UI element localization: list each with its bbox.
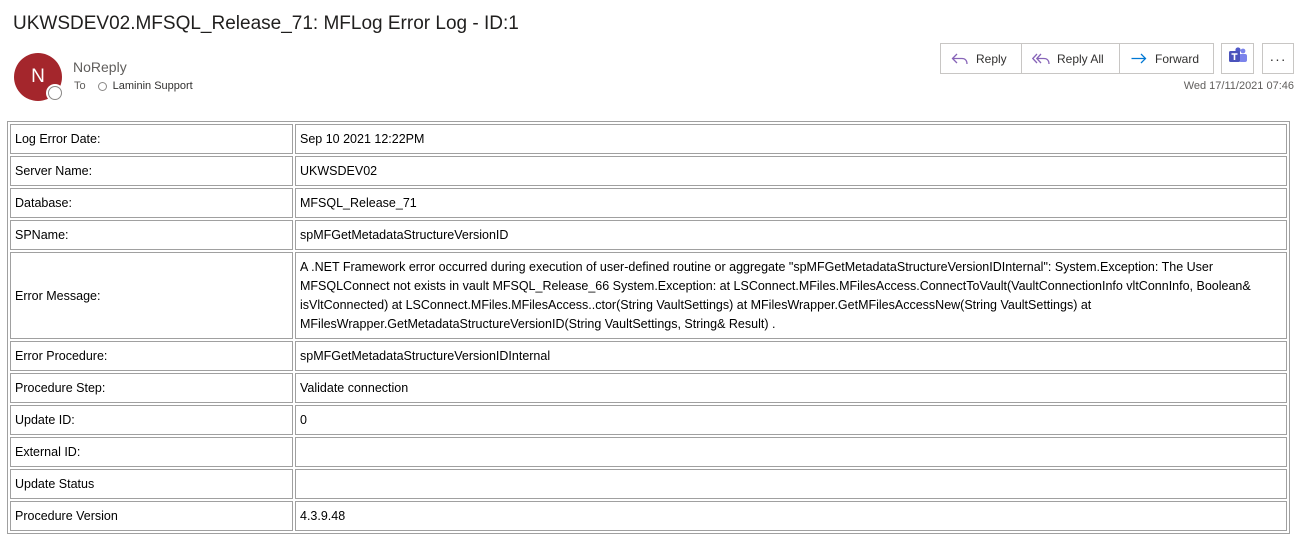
row-label: Log Error Date:	[10, 124, 293, 154]
table-row: Log Error Date: Sep 10 2021 12:22PM	[10, 124, 1287, 154]
recipient-presence-icon	[97, 81, 107, 91]
reply-button[interactable]: Reply	[941, 44, 1022, 73]
to-label: To	[74, 80, 86, 92]
row-label: Error Message:	[10, 252, 293, 339]
reply-all-label: Reply All	[1057, 51, 1104, 66]
email-subject: UKWSDEV02.MFSQL_Release_71: MFLog Error …	[13, 13, 519, 34]
table-row: Error Message: A .NET Framework error occ…	[10, 252, 1287, 339]
row-value: 0	[295, 405, 1287, 435]
table-row: Update Status	[10, 469, 1287, 499]
row-value: A .NET Framework error occurred during e…	[295, 252, 1287, 339]
row-label: External ID:	[10, 437, 293, 467]
table-row: Procedure Version 4.3.9.48	[10, 501, 1287, 531]
row-value	[295, 469, 1287, 499]
presence-status-icon	[48, 86, 62, 100]
error-log-table: Log Error Date: Sep 10 2021 12:22PM Server…	[7, 121, 1290, 534]
reply-actions-group: Reply Reply All Forward	[940, 43, 1214, 74]
table-row: External ID:	[10, 437, 1287, 467]
table-row: Error Procedure: spMFGetMetadataStructure…	[10, 341, 1287, 371]
row-value	[295, 437, 1287, 467]
row-value: Sep 10 2021 12:22PM	[295, 124, 1287, 154]
forward-icon	[1130, 52, 1148, 66]
reply-icon	[951, 52, 969, 66]
row-label: Error Procedure:	[10, 341, 293, 371]
table-row: Server Name: UKWSDEV02	[10, 156, 1287, 186]
row-value: MFSQL_Release_71	[295, 188, 1287, 218]
row-label: SPName:	[10, 220, 293, 250]
teams-icon	[1228, 47, 1248, 70]
row-value: spMFGetMetadataStructureVersionIDInterna…	[295, 341, 1287, 371]
forward-button[interactable]: Forward	[1120, 44, 1213, 73]
row-value: Validate connection	[295, 373, 1287, 403]
row-label: Procedure Version	[10, 501, 293, 531]
table-row: Database: MFSQL_Release_71	[10, 188, 1287, 218]
row-label: Update Status	[10, 469, 293, 499]
table-row: Procedure Step: Validate connection	[10, 373, 1287, 403]
table-row: SPName: spMFGetMetadataStructureVersionID	[10, 220, 1287, 250]
received-date: Wed 17/11/2021 07:46	[1183, 80, 1294, 92]
row-label: Database:	[10, 188, 293, 218]
teams-button[interactable]	[1221, 43, 1254, 74]
more-icon: ···	[1269, 50, 1287, 67]
recipients-line: To Laminin Support	[74, 80, 193, 92]
row-label: Procedure Step:	[10, 373, 293, 403]
table-row: Update ID: 0	[10, 405, 1287, 435]
recipient-name[interactable]: Laminin Support	[113, 80, 193, 92]
reply-all-icon	[1032, 52, 1050, 66]
reply-label: Reply	[976, 51, 1007, 66]
row-value: 4.3.9.48	[295, 501, 1287, 531]
forward-label: Forward	[1155, 51, 1200, 66]
sender-name[interactable]: NoReply	[73, 59, 127, 75]
row-value: spMFGetMetadataStructureVersionID	[295, 220, 1287, 250]
reply-all-button[interactable]: Reply All	[1022, 44, 1120, 73]
more-options-button[interactable]: ···	[1262, 43, 1294, 74]
avatar-initial: N	[31, 66, 45, 87]
row-label: Update ID:	[10, 405, 293, 435]
row-value: UKWSDEV02	[295, 156, 1287, 186]
row-label: Server Name:	[10, 156, 293, 186]
